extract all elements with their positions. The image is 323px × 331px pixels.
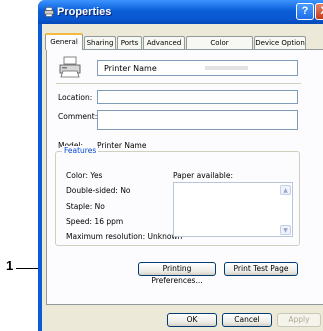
tab-color-management[interactable]: Color Management	[186, 36, 253, 60]
feature-staple: Staple: No	[66, 202, 105, 211]
printer-name-value: Printer Name	[104, 64, 157, 73]
location-field[interactable]	[97, 90, 298, 104]
printer-icon	[44, 7, 54, 17]
tab-advanced[interactable]: Advanced	[143, 36, 185, 49]
printing-preferences-button[interactable]: Printing Preferences...	[138, 262, 216, 285]
feature-max-resolution: Maximum resolution: Unknown	[66, 232, 183, 241]
comment-label: Comment:	[58, 112, 98, 121]
tab-ports[interactable]: Ports	[117, 36, 142, 49]
window-title: Properties	[57, 6, 112, 18]
callout-number: 1	[6, 258, 14, 273]
cancel-button[interactable]: Cancel	[222, 313, 272, 327]
print-test-page-button[interactable]: Print Test Page	[224, 262, 298, 276]
divider	[56, 83, 301, 84]
paper-available-list[interactable]	[173, 182, 293, 237]
feature-speed: Speed: 16 ppm	[66, 217, 124, 226]
scroll-up-arrow-icon[interactable]: ▲	[280, 185, 291, 195]
feature-double-sided: Double-sided: No	[66, 186, 131, 195]
model-value: Printer Name	[97, 141, 147, 150]
printer-name-highlight	[205, 66, 248, 70]
feature-color: Color: Yes	[66, 171, 103, 180]
scroll-down-arrow-icon[interactable]: ▼	[280, 225, 291, 235]
ok-button[interactable]: OK	[167, 313, 217, 327]
printer-name-field[interactable]: Printer Name	[97, 60, 298, 76]
tab-sharing[interactable]: Sharing	[84, 36, 116, 49]
tab-device-option[interactable]: Device Option	[254, 36, 306, 49]
paper-available-label: Paper available:	[173, 171, 234, 180]
help-button[interactable]: ?	[296, 3, 314, 20]
features-title: Features	[62, 146, 99, 155]
tab-general[interactable]: General	[45, 33, 83, 50]
close-button[interactable]: X	[315, 3, 323, 20]
printer-icon	[59, 56, 81, 78]
location-label: Location:	[58, 93, 93, 102]
apply-button[interactable]: Apply	[277, 313, 321, 327]
comment-field[interactable]	[97, 110, 298, 130]
